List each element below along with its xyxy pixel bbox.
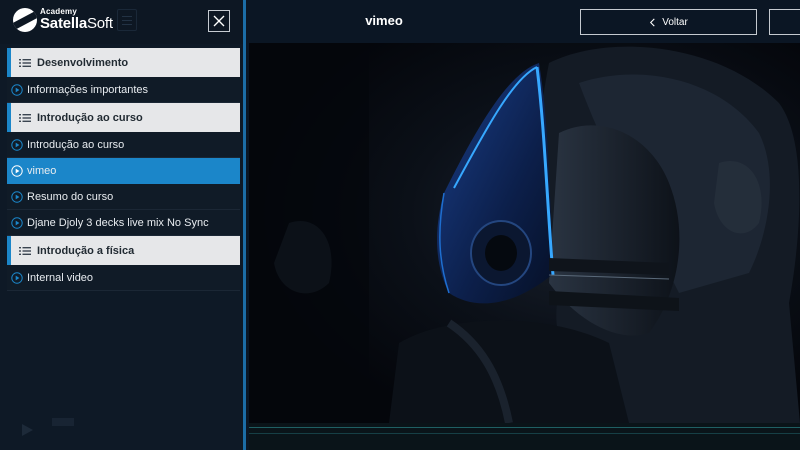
list-icon	[19, 58, 31, 67]
close-icon	[213, 15, 225, 27]
list-icon	[19, 246, 31, 255]
menu-section-label: Introdução a física	[37, 244, 135, 257]
menu-section[interactable]: Introdução ao curso	[7, 103, 240, 132]
menu-item[interactable]: Djane Djoly 3 decks live mix No Sync	[7, 210, 240, 236]
menu-item[interactable]: Introdução ao curso	[7, 132, 240, 158]
play-circle-icon	[11, 216, 23, 229]
logo-name-light: Soft	[86, 15, 113, 32]
menu-item-label: Introdução ao curso	[27, 138, 125, 151]
menu-item-label: Djane Djoly 3 decks live mix No Sync	[27, 216, 209, 229]
play-circle-icon	[11, 190, 23, 203]
hamburger-menu-icon[interactable]	[117, 9, 137, 31]
menu-item-label: vimeo	[27, 164, 57, 177]
chevron-left-icon	[650, 18, 655, 26]
menu-item[interactable]: Informações importantes	[7, 77, 240, 103]
menu-item-active[interactable]: vimeo	[7, 158, 240, 184]
faded-play-icon	[22, 424, 33, 436]
logo-name: SatellaSoft	[40, 15, 113, 32]
menu-item-label: Informações importantes	[27, 83, 149, 96]
video-frame	[249, 43, 800, 423]
menu-item-label: Internal video	[27, 271, 94, 284]
logo-name-bold: Satella	[40, 15, 87, 32]
back-button-label: Voltar	[662, 16, 688, 28]
page-title: vimeo	[365, 12, 403, 28]
logo-mark-icon	[13, 8, 37, 32]
menu-item[interactable]: Resumo do curso	[7, 184, 240, 210]
menu-section-label: Introdução ao curso	[37, 111, 143, 124]
sidebar-header: Academy SatellaSoft	[0, 0, 243, 44]
video-controls[interactable]	[249, 423, 800, 450]
faded-control	[52, 418, 74, 426]
next-button[interactable]	[769, 9, 800, 35]
play-circle-icon	[11, 138, 23, 151]
list-icon	[19, 113, 31, 122]
course-menu: Desenvolvimento Informações importantes In…	[7, 48, 240, 291]
play-circle-icon	[11, 271, 23, 284]
menu-item[interactable]: Internal video	[7, 265, 240, 291]
close-sidebar-button[interactable]	[208, 10, 230, 32]
play-circle-icon	[11, 164, 23, 177]
sidebar: Academy SatellaSoft Desenvolvimento Infor…	[0, 0, 246, 450]
back-button[interactable]: Voltar	[580, 9, 757, 35]
menu-section-label: Desenvolvimento	[37, 56, 129, 69]
menu-section[interactable]: Desenvolvimento	[7, 48, 240, 77]
menu-section[interactable]: Introdução a física	[7, 236, 240, 265]
topbar: vimeo Voltar	[249, 0, 800, 43]
menu-item-label: Resumo do curso	[27, 190, 114, 203]
video-player[interactable]	[249, 43, 800, 450]
logo: Academy SatellaSoft	[13, 7, 133, 35]
play-circle-icon	[11, 83, 23, 96]
